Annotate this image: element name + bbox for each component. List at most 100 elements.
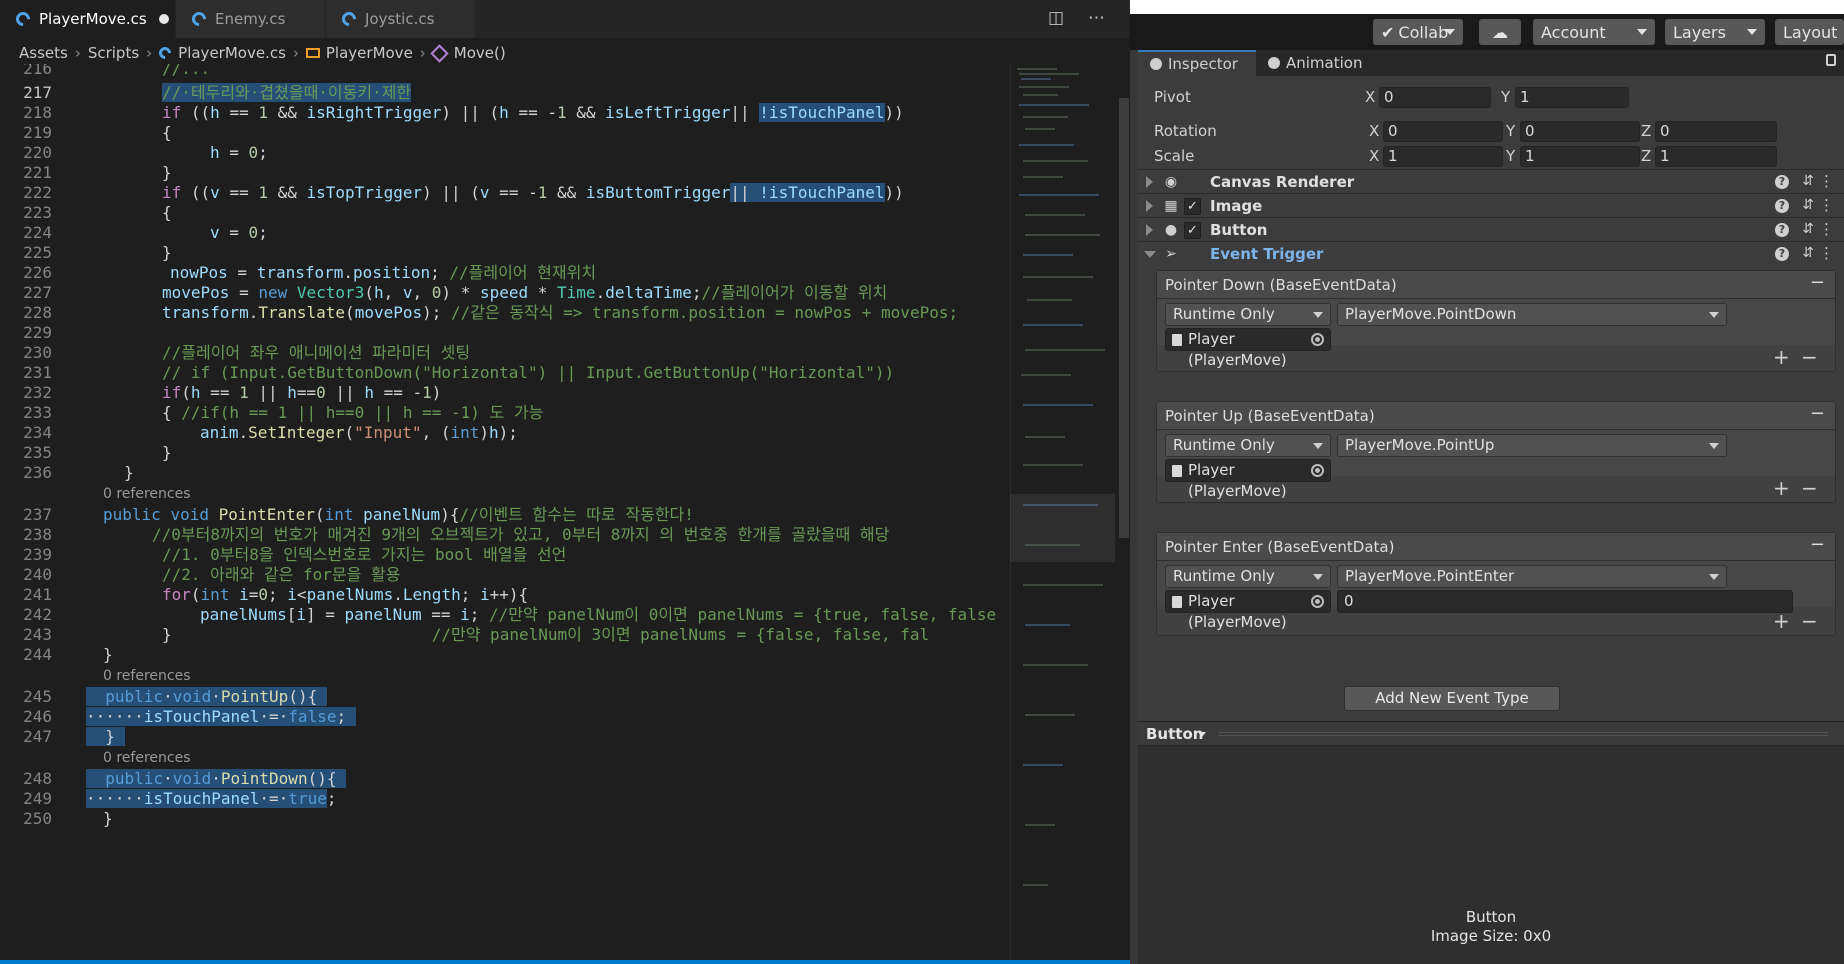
kebab-menu-icon[interactable]: ⋮ <box>1819 172 1834 190</box>
foldout-arrow-icon[interactable] <box>1144 251 1156 258</box>
scale-x-field[interactable]: 1 <box>1383 146 1503 167</box>
enabled-checkbox[interactable]: ✓ <box>1184 222 1201 239</box>
account-dropdown[interactable]: Account <box>1533 19 1655 45</box>
preset-icon[interactable]: ⇵ <box>1802 173 1814 189</box>
check-badge-icon: ✔ <box>1381 22 1395 42</box>
rotation-label: Rotation <box>1154 122 1217 140</box>
function-dropdown[interactable]: PlayerMove.PointEnter <box>1337 565 1727 588</box>
csharp-file-icon <box>339 9 359 29</box>
foldout-arrow-icon[interactable] <box>1146 224 1153 236</box>
target-object-field[interactable]: Player (PlayerMove) <box>1165 590 1331 631</box>
scale-z-field[interactable]: 1 <box>1655 146 1777 167</box>
inspector-panel: Pivot X 0 Y 1 Rotation X 0 Y 0 Z 0 Scale… <box>1138 76 1844 964</box>
component-button[interactable]: ● ✓ Button ? ⇵ ⋮ <box>1138 217 1844 243</box>
breadcrumb-class[interactable]: PlayerMove <box>326 44 413 62</box>
foldout-arrow-icon[interactable] <box>1146 200 1153 212</box>
pivot-y-field[interactable]: 1 <box>1515 87 1629 108</box>
csharp-file-icon <box>156 44 174 62</box>
kebab-menu-icon[interactable]: ⋮ <box>1819 196 1834 214</box>
target-object-field[interactable]: Player (PlayerMove) <box>1165 459 1331 500</box>
rotation-x-field[interactable]: 0 <box>1383 121 1503 142</box>
rotation-z-field[interactable]: 0 <box>1655 121 1777 142</box>
rotation-x-label: X <box>1369 122 1380 140</box>
cloud-icon: ☁ <box>1492 22 1508 42</box>
runtime-mode-dropdown[interactable]: Runtime Only <box>1165 303 1331 326</box>
more-actions-icon[interactable]: ⋯ <box>1088 8 1105 28</box>
code-area[interactable]: 216//... 217//·테두리와·겹쳤을때·이동키·제한 218 if ((… <box>0 64 1010 964</box>
cloud-button[interactable]: ☁ <box>1479 19 1521 45</box>
help-icon[interactable]: ? <box>1775 223 1789 237</box>
breadcrumb-assets[interactable]: Assets <box>19 44 68 62</box>
preview-dropdown[interactable]: Button <box>1146 725 1203 743</box>
component-image[interactable]: ▦ ✓ Image ? ⇵ ⋮ <box>1138 193 1844 219</box>
breadcrumb: Assets › Scripts › PlayerMove.cs › Playe… <box>0 40 1130 66</box>
dropdown-caret-icon <box>1709 574 1719 580</box>
tab-playermove[interactable]: PlayerMove.cs <box>0 0 176 38</box>
event-listener: Runtime Only PlayerMove.PointEnter Playe… <box>1157 561 1835 631</box>
function-dropdown[interactable]: PlayerMove.PointDown <box>1337 303 1727 326</box>
tab-joystic[interactable]: Joystic.cs <box>326 0 476 38</box>
argument-field[interactable]: 0 <box>1337 590 1793 613</box>
foldout-arrow-icon[interactable] <box>1146 176 1153 188</box>
kebab-menu-icon[interactable]: ⋮ <box>1819 220 1834 238</box>
preview-splitter[interactable] <box>1218 732 1828 736</box>
minimap-slider[interactable] <box>1010 494 1115 562</box>
scale-x-label: X <box>1369 147 1380 165</box>
remove-listener-button[interactable]: − <box>1801 476 1818 500</box>
info-icon <box>1150 58 1162 70</box>
scrollbar-thumb[interactable] <box>1119 98 1129 538</box>
tab-inspector[interactable]: Inspector <box>1138 50 1256 76</box>
layers-dropdown[interactable]: Layers <box>1665 19 1765 45</box>
function-dropdown[interactable]: PlayerMove.PointUp <box>1337 434 1727 457</box>
kebab-menu-icon[interactable]: ⋮ <box>1819 244 1834 262</box>
remove-event-button[interactable]: − <box>1810 534 1825 555</box>
rotation-y-field[interactable]: 0 <box>1520 121 1640 142</box>
remove-listener-button[interactable]: − <box>1801 609 1818 633</box>
event-header: Pointer Enter (BaseEventData) − <box>1157 533 1835 561</box>
breadcrumb-file[interactable]: PlayerMove.cs <box>178 44 286 62</box>
rotation-z-label: Z <box>1641 122 1652 140</box>
dropdown-caret-icon <box>1313 574 1323 580</box>
tab-animation[interactable]: Animation <box>1256 50 1376 76</box>
component-canvas-renderer[interactable]: ◉ Canvas Renderer ? ⇵ ⋮ <box>1138 169 1844 195</box>
remove-event-button[interactable]: − <box>1810 272 1825 293</box>
split-editor-icon[interactable]: ◫ <box>1048 8 1064 28</box>
remove-event-button[interactable]: − <box>1810 403 1825 424</box>
preset-icon[interactable]: ⇵ <box>1802 197 1814 213</box>
remove-listener-button[interactable]: − <box>1801 345 1818 369</box>
help-icon[interactable]: ? <box>1775 199 1789 213</box>
class-icon <box>305 48 320 58</box>
chevron-right-icon: › <box>74 44 81 62</box>
lock-icon[interactable] <box>1826 54 1836 66</box>
object-picker-icon[interactable] <box>1311 333 1324 346</box>
component-event-trigger[interactable]: ➢ Event Trigger ? ⇵ ⋮ <box>1138 241 1844 267</box>
preset-icon[interactable]: ⇵ <box>1802 245 1814 261</box>
unity-editor: ✔ Collab ☁ Account Layers Layout Inspect… <box>1130 0 1844 964</box>
help-icon[interactable]: ? <box>1775 175 1789 189</box>
pivot-label: Pivot <box>1154 88 1191 106</box>
scale-y-field[interactable]: 1 <box>1520 146 1640 167</box>
object-picker-icon[interactable] <box>1311 595 1324 608</box>
pivot-x-field[interactable]: 0 <box>1379 87 1491 108</box>
collab-button[interactable]: ✔ Collab <box>1373 19 1463 45</box>
layout-dropdown[interactable]: Layout <box>1775 19 1844 45</box>
add-listener-button[interactable]: + <box>1773 476 1790 500</box>
add-new-event-type-button[interactable]: Add New Event Type <box>1344 686 1560 711</box>
breadcrumb-scripts[interactable]: Scripts <box>88 44 139 62</box>
add-listener-button[interactable]: + <box>1773 609 1790 633</box>
breadcrumb-method[interactable]: Move() <box>454 44 506 62</box>
chevron-right-icon: › <box>146 44 153 62</box>
add-listener-button[interactable]: + <box>1773 345 1790 369</box>
tab-enemy[interactable]: Enemy.cs <box>176 0 326 38</box>
runtime-mode-dropdown[interactable]: Runtime Only <box>1165 434 1331 457</box>
runtime-mode-dropdown[interactable]: Runtime Only <box>1165 565 1331 588</box>
preset-icon[interactable]: ⇵ <box>1802 221 1814 237</box>
script-icon <box>1172 334 1182 346</box>
enabled-checkbox[interactable]: ✓ <box>1184 198 1201 215</box>
help-icon[interactable]: ? <box>1775 247 1789 261</box>
object-picker-icon[interactable] <box>1311 464 1324 477</box>
dropdown-caret-icon <box>1198 732 1206 737</box>
target-object-field[interactable]: Player (PlayerMove) <box>1165 328 1331 369</box>
dropdown-caret-icon <box>1445 29 1455 35</box>
event-pointer-up: Pointer Up (BaseEventData) − Runtime Onl… <box>1156 401 1836 503</box>
